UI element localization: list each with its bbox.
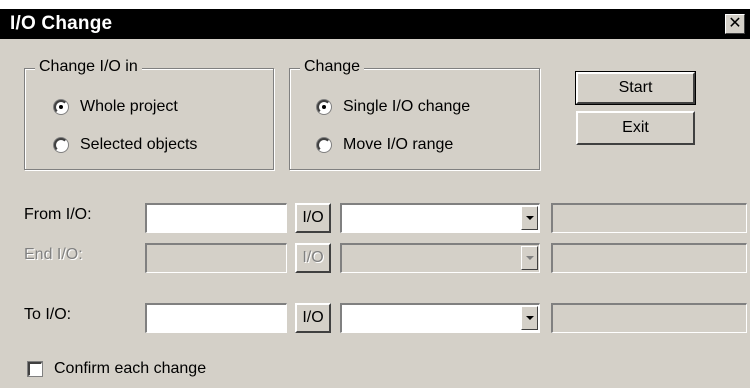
radio-label: Selected objects	[80, 136, 198, 153]
radio-label: Single I/O change	[343, 98, 471, 115]
end-io-input	[145, 243, 287, 273]
end-io-result	[551, 243, 747, 273]
radio-button[interactable]	[54, 100, 68, 114]
exit-label: Exit	[622, 119, 649, 136]
radio-move-io-range[interactable]: Move I/O range	[317, 136, 453, 154]
end-io-label: End I/O:	[24, 246, 83, 263]
io-button-label: I/O	[302, 309, 324, 326]
to-io-result	[551, 303, 747, 333]
io-button-label: I/O	[302, 249, 324, 266]
to-io-button[interactable]: I/O	[295, 303, 331, 333]
start-button[interactable]: Start	[575, 71, 696, 105]
change-label: Change	[300, 58, 365, 76]
start-label: Start	[618, 79, 653, 96]
confirm-label: Confirm each change	[54, 360, 207, 377]
from-io-combo[interactable]	[340, 203, 540, 233]
from-io-input[interactable]	[145, 203, 287, 233]
from-io-label: From I/O:	[24, 206, 92, 223]
confirm-checkbox[interactable]	[28, 362, 42, 376]
radio-single-io-change[interactable]: Single I/O change	[317, 98, 470, 116]
radio-button[interactable]	[54, 138, 68, 152]
io-button-label: I/O	[302, 209, 324, 226]
title-bar[interactable]: I/O Change ✕	[0, 9, 750, 39]
from-io-result	[551, 203, 747, 233]
to-io-label: To I/O:	[24, 306, 72, 323]
to-io-combo[interactable]	[340, 303, 540, 333]
radio-button[interactable]	[317, 138, 331, 152]
change-io-in-group: Change I/O in	[24, 58, 274, 170]
to-io-input[interactable]	[145, 303, 287, 333]
io-change-dialog: I/O Change ✕ Change I/O in Whole project…	[0, 9, 750, 388]
change-group: Change	[289, 58, 540, 170]
end-io-button: I/O	[295, 243, 331, 273]
from-io-button[interactable]: I/O	[295, 203, 331, 233]
radio-button[interactable]	[317, 100, 331, 114]
end-io-combo	[340, 243, 540, 273]
chevron-down-icon[interactable]	[521, 206, 538, 230]
radio-label: Move I/O range	[343, 136, 454, 153]
change-io-in-label: Change I/O in	[35, 58, 142, 76]
window-title: I/O Change	[10, 13, 113, 34]
close-icon: ✕	[728, 15, 742, 32]
confirm-each-change[interactable]: Confirm each change	[28, 360, 206, 378]
radio-label: Whole project	[80, 98, 178, 115]
radio-selected-objects[interactable]: Selected objects	[54, 136, 197, 154]
chevron-down-icon[interactable]	[521, 306, 538, 330]
chevron-down-icon	[521, 246, 538, 270]
radio-whole-project[interactable]: Whole project	[54, 98, 178, 116]
close-button[interactable]: ✕	[725, 14, 745, 34]
exit-button[interactable]: Exit	[576, 111, 695, 145]
